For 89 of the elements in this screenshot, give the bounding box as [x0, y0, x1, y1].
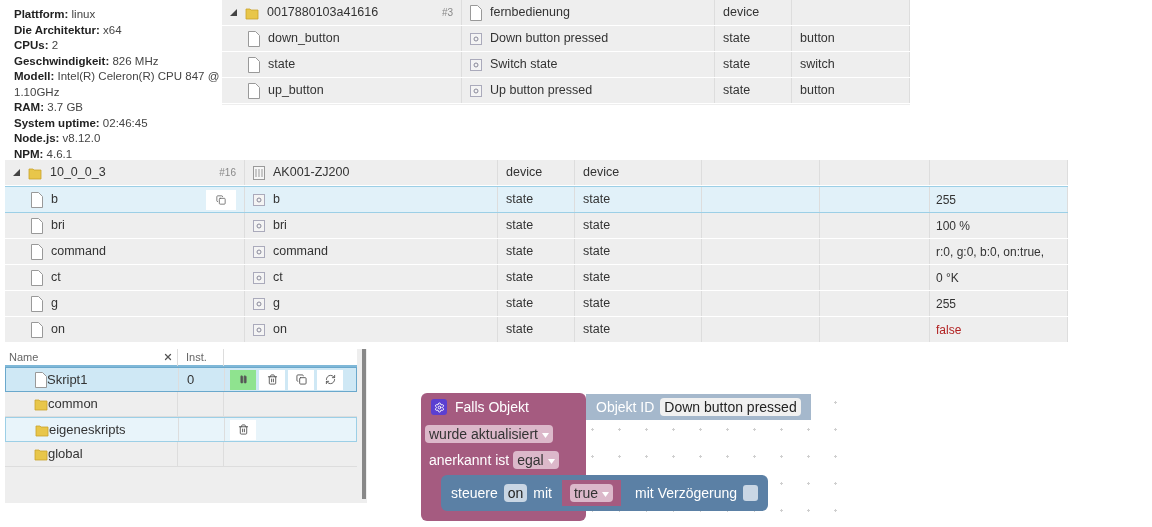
target-field[interactable]: on	[503, 484, 528, 502]
object-type: device	[506, 164, 543, 182]
script-row[interactable]: eigeneskripts	[5, 417, 357, 442]
object-value: false	[936, 321, 962, 339]
script-row[interactable]: Skript1 0	[5, 367, 357, 392]
info-line: NPM: 4.6.1	[14, 146, 74, 160]
info-line: Modell: Intel(R) Celeron(R) CPU 847 @ 1.10GHz	[14, 69, 221, 100]
object-value: 255	[936, 295, 957, 313]
script-name: global	[48, 445, 83, 464]
object-id: state	[268, 56, 296, 74]
object-type: state	[723, 56, 751, 74]
column-header[interactable]: Name	[9, 349, 39, 366]
object-value: r:0, g:0, b:0, on:true,	[936, 243, 1045, 261]
object-type: state	[506, 191, 534, 209]
object-id-block[interactable]: Objekt ID Down button pressed	[586, 394, 811, 420]
info-line: Die Architektur: x64	[14, 22, 123, 38]
object-name: AK001-ZJ200	[273, 164, 350, 182]
info-line: Plattform: linux	[14, 7, 97, 22]
object-role: button	[800, 30, 835, 48]
object-row[interactable]: bri bri state state 100 %	[5, 213, 1068, 239]
object-type: state	[506, 269, 534, 287]
object-id: on	[51, 321, 66, 339]
info-line: System uptime: 02:46:45	[14, 115, 149, 131]
block-label: steuere	[451, 483, 498, 503]
value-block[interactable]: true	[561, 480, 622, 506]
object-id: up_button	[268, 82, 324, 100]
object-role: state	[583, 321, 611, 339]
object-row[interactable]: command command state state r:0, g:0, b:0, on:true,	[5, 239, 1068, 265]
info-line: CPUs: 2	[14, 38, 60, 53]
object-name: bri	[273, 217, 287, 235]
object-row[interactable]: b b state state 255	[5, 186, 1068, 213]
object-name: ct	[273, 269, 283, 287]
block-label: anerkannt ist	[429, 450, 510, 470]
info-line: Node.js: v8.12.0	[14, 131, 102, 146]
object-value: 0 °K	[936, 269, 959, 287]
object-type: state	[506, 295, 534, 313]
object-id: 10_0_0_3	[50, 164, 107, 182]
column-header[interactable]: Inst.	[186, 349, 207, 366]
object-name: fernbedienung	[490, 4, 570, 22]
object-name: g	[273, 295, 280, 313]
info-line: RAM: 3.7 GB	[14, 100, 85, 115]
object-id: b	[51, 191, 59, 209]
object-role: state	[583, 243, 611, 261]
script-name: eigeneskripts	[49, 420, 126, 439]
block-title: Falls Objekt	[455, 397, 529, 417]
object-role: state	[583, 217, 611, 235]
object-row[interactable]: on on state state false	[5, 317, 1068, 343]
object-id: g	[51, 295, 59, 313]
block-label: mit	[533, 483, 552, 503]
event-dropdown[interactable]: wurde aktualisiert	[425, 425, 553, 443]
object-role: switch	[800, 56, 835, 74]
script-name: Skript1	[47, 370, 88, 389]
object-name: on	[273, 321, 287, 339]
object-row[interactable]: ct ct state state 0 °K	[5, 265, 1068, 291]
instance-count: 0	[187, 370, 195, 389]
object-value: 100 %	[936, 217, 971, 235]
object-row[interactable]: g g state state 255	[5, 291, 1068, 317]
object-type: device	[723, 4, 760, 22]
object-id: bri	[51, 217, 66, 235]
object-type: state	[506, 243, 534, 261]
object-type: state	[723, 82, 751, 100]
object-name: b	[273, 191, 280, 209]
object-name: command	[273, 243, 328, 261]
object-role: button	[800, 82, 835, 100]
object-role: state	[583, 191, 611, 209]
child-count: #16	[219, 166, 236, 180]
script-row[interactable]: global	[5, 442, 357, 467]
object-role: state	[583, 295, 611, 313]
object-value: 255	[936, 191, 957, 209]
block-label: mit Verzögerung	[635, 483, 738, 503]
control-block[interactable]: steuere on mit true mit Verzögerung	[441, 475, 769, 511]
object-name: Up button pressed	[490, 82, 593, 100]
child-count: #3	[441, 6, 453, 20]
object-id-field[interactable]: Down button pressed	[660, 398, 801, 416]
object-name: Down button pressed	[490, 30, 609, 48]
object-id: 0017880103a41616	[267, 4, 380, 22]
object-role: device	[583, 164, 620, 182]
block-label: Objekt ID	[596, 397, 655, 417]
object-type: state	[723, 30, 751, 48]
object-name: Switch state	[490, 56, 558, 74]
script-name: common	[48, 395, 98, 414]
ack-dropdown[interactable]: egal	[513, 451, 559, 469]
object-id: down_button	[268, 30, 340, 48]
object-type: state	[506, 321, 534, 339]
info-line: Geschwindigkeit: 826 MHz	[14, 53, 160, 69]
object-id: command	[51, 243, 107, 261]
object-role: state	[583, 269, 611, 287]
object-id: ct	[51, 269, 62, 287]
object-type: state	[506, 217, 534, 235]
